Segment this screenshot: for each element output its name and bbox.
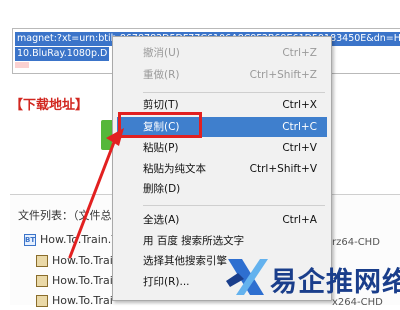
menu-item-label: 用 百度 搜索所选文字 bbox=[143, 235, 245, 247]
menu-item-shortcut: Ctrl+Shift+Z bbox=[249, 69, 317, 81]
film-icon bbox=[36, 295, 48, 307]
menu-item-shortcut: Ctrl+V bbox=[282, 142, 317, 154]
file-name: How.To.Trai bbox=[52, 294, 113, 307]
download-address-heading: 【下载地址】 bbox=[10, 98, 89, 113]
menu-item-select-all[interactable]: 全选(A) Ctrl+A bbox=[117, 210, 327, 230]
film-icon bbox=[36, 275, 48, 287]
menu-item-shortcut: Ctrl+A bbox=[282, 214, 317, 226]
menu-item-label: 选择其他搜索引擎 bbox=[143, 255, 227, 267]
watermark-text: 易企推网络 bbox=[270, 267, 400, 298]
file-name: How.To.Train.Y bbox=[40, 233, 118, 246]
menu-item-label: 删除(D) bbox=[143, 183, 181, 195]
file-row[interactable]: How.To.Trai bbox=[36, 272, 113, 290]
menu-item-shortcut: Ctrl+Z bbox=[282, 47, 317, 59]
annotation-highlight-box bbox=[118, 112, 202, 138]
menu-item-label: 粘贴为纯文本 bbox=[143, 163, 206, 175]
menu-separator bbox=[143, 92, 325, 93]
selection-residue bbox=[15, 62, 29, 68]
file-list-label: 文件列表：（文件总大 bbox=[18, 209, 123, 222]
file-name: How.To.Trai bbox=[52, 254, 113, 267]
menu-item-shortcut: Ctrl+Shift+V bbox=[249, 163, 317, 175]
file-name: How.To.Trai bbox=[52, 274, 113, 287]
menu-item-label: 重做(R) bbox=[143, 69, 180, 81]
film-icon bbox=[36, 255, 48, 267]
watermark-logo: 易企推网络 bbox=[222, 255, 400, 300]
menu-item-redo[interactable]: 重做(R) Ctrl+Shift+Z bbox=[117, 65, 327, 85]
menu-item-label: 撤消(U) bbox=[143, 47, 180, 59]
menu-separator bbox=[143, 205, 325, 206]
menu-item-baidu-search[interactable]: 用 百度 搜索所选文字 bbox=[117, 231, 327, 251]
menu-item-delete[interactable]: 删除(D) bbox=[117, 179, 327, 199]
menu-item-label: 打印(R)... bbox=[143, 276, 190, 288]
menu-item-shortcut: Ctrl+X bbox=[282, 99, 317, 111]
file-row[interactable]: How.To.Trai bbox=[36, 292, 113, 310]
bt-icon: BT bbox=[24, 234, 36, 246]
logo-x-icon bbox=[226, 259, 268, 295]
magnet-selected-line-2: 10.BluRay.1080p.D bbox=[15, 47, 110, 61]
file-name-tail: rz64-CHD bbox=[332, 237, 380, 248]
menu-item-label: 粘贴(P) bbox=[143, 142, 179, 154]
menu-item-paste-plain[interactable]: 粘贴为纯文本 Ctrl+Shift+V bbox=[117, 159, 327, 179]
menu-item-shortcut: Ctrl+C bbox=[282, 121, 317, 133]
file-row[interactable]: BT How.To.Train.Y bbox=[24, 231, 118, 249]
menu-item-label: 全选(A) bbox=[143, 214, 180, 226]
menu-item-paste[interactable]: 粘贴(P) Ctrl+V bbox=[117, 138, 327, 158]
menu-item-undo[interactable]: 撤消(U) Ctrl+Z bbox=[117, 43, 327, 63]
file-row[interactable]: How.To.Trai bbox=[36, 252, 113, 270]
